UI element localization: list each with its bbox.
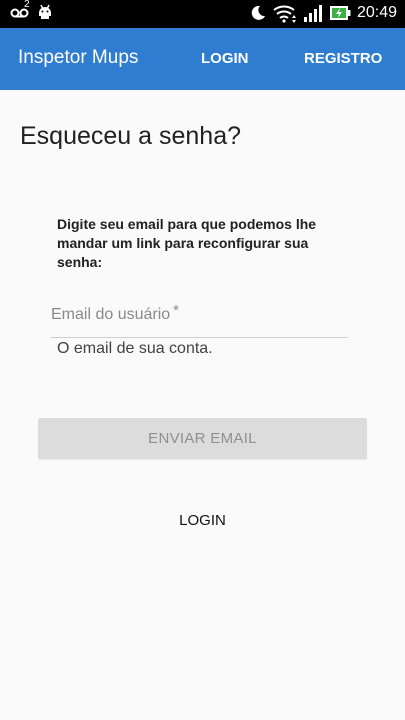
status-bar: 2 20:49 — [0, 0, 405, 28]
android-icon — [38, 4, 52, 20]
nav-login-button[interactable]: LOGIN — [201, 50, 249, 67]
email-helper-text: O email de sua conta. — [57, 340, 213, 357]
app-bar: Inspetor Mups LOGIN REGISTRO — [0, 28, 405, 90]
signal-icon — [303, 4, 323, 22]
instructions-text: Digite seu email para que podemos lhe ma… — [57, 216, 317, 270]
nav-register-button[interactable]: REGISTRO — [304, 50, 382, 67]
wifi-icon — [273, 3, 297, 23]
login-link-button[interactable]: LOGIN — [0, 512, 405, 529]
send-email-button[interactable]: ENVIAR EMAIL — [38, 418, 367, 459]
voicemail-icon: 2 — [10, 0, 30, 19]
email-field[interactable]: Email do usuário * — [50, 300, 352, 338]
voicemail-count: 2 — [24, 0, 30, 10]
moon-icon — [249, 4, 267, 22]
clock: 20:49 — [356, 4, 397, 21]
email-input[interactable] — [50, 300, 352, 334]
battery-charging-icon — [329, 4, 351, 22]
page-title: Esqueceu a senha? — [20, 122, 242, 150]
app-title: Inspetor Mups — [18, 47, 139, 68]
